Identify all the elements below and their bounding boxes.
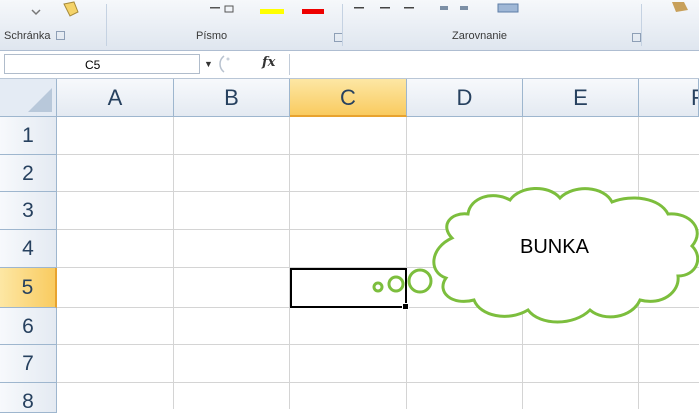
bubble-small — [372, 281, 384, 293]
callout-text: BUNKA — [520, 236, 589, 258]
bubble-large — [407, 268, 433, 294]
bubble-medium — [387, 275, 405, 293]
thought-bubble-callout — [372, 187, 699, 324]
